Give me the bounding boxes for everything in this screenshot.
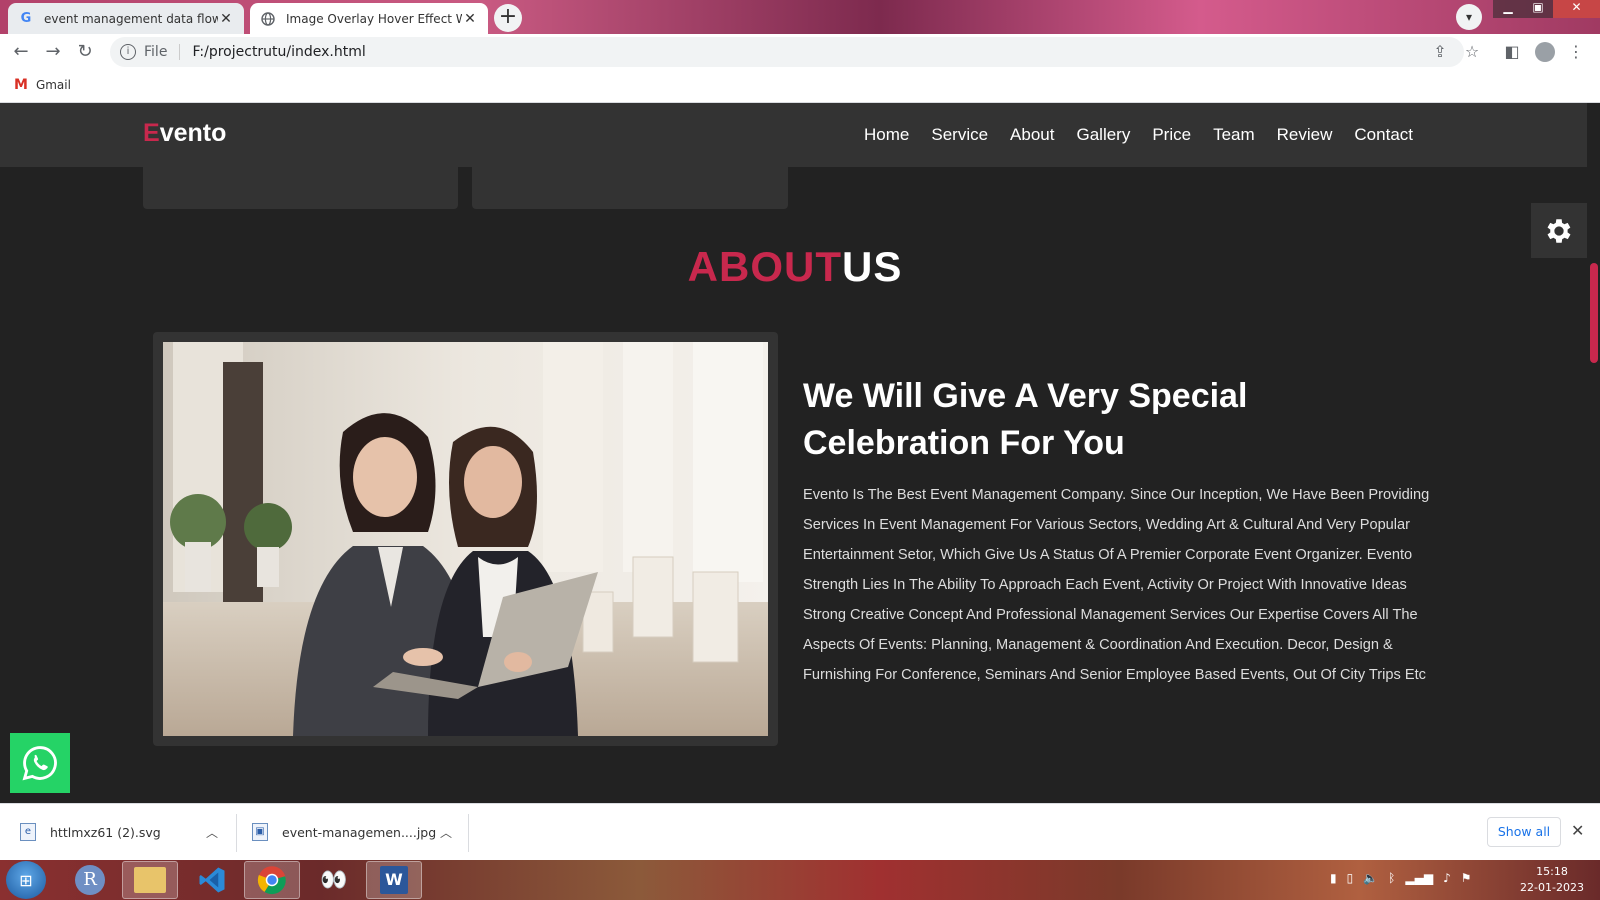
bluetooth-icon[interactable]: ᛒ <box>1388 871 1395 885</box>
chrome-icon <box>257 866 286 895</box>
scheme-label: File <box>144 44 168 60</box>
close-downloads-icon[interactable]: ✕ <box>1571 821 1584 840</box>
nav-contact[interactable]: Contact <box>1354 125 1413 145</box>
audio-icon[interactable]: ♪ <box>1443 871 1451 885</box>
profile-avatar[interactable] <box>1535 42 1555 62</box>
tab-title: event management data flow dia <box>44 11 218 26</box>
vscode-icon <box>199 867 225 893</box>
battery-icon[interactable]: ▯ <box>1347 871 1354 885</box>
taskbar-app[interactable]: 👀 <box>306 861 362 899</box>
new-tab-button[interactable]: + <box>494 4 522 32</box>
side-panel-icon[interactable]: ◧ <box>1502 42 1522 62</box>
bookmark-gmail[interactable]: M Gmail <box>14 77 71 93</box>
browser-tab-active[interactable]: Image Overlay Hover Effect With ✕ <box>250 3 488 34</box>
logo-first-letter: E <box>143 119 160 147</box>
site-logo[interactable]: Evento <box>143 119 226 148</box>
whatsapp-button[interactable] <box>10 733 70 793</box>
taskbar-clock[interactable]: 15:18 22-01-2023 <box>1512 864 1592 896</box>
service-card <box>472 167 788 209</box>
about-paragraph: Evento Is The Best Event Management Comp… <box>803 487 1430 683</box>
nav-gallery[interactable]: Gallery <box>1076 125 1130 145</box>
title-rest: US <box>841 243 903 290</box>
close-window-icon[interactable]: ✕ <box>1553 0 1600 18</box>
info-icon[interactable]: i <box>120 44 136 60</box>
nav-price[interactable]: Price <box>1152 125 1191 145</box>
gear-icon <box>1547 218 1571 243</box>
reload-icon[interactable]: ↻ <box>74 41 96 63</box>
download-filename: httlmxz61 (2).svg <box>50 824 161 840</box>
share-icon[interactable]: ⇪ <box>1430 42 1450 62</box>
folder-icon <box>134 867 166 893</box>
web-page: Evento Home Service About Gallery Price … <box>0 103 1600 803</box>
download-divider <box>236 814 237 852</box>
tab-search-chevron-icon[interactable]: ▾ <box>1456 4 1482 30</box>
tab-title: Image Overlay Hover Effect With <box>286 11 462 26</box>
image-file-icon: ▣ <box>252 823 268 841</box>
nav-review[interactable]: Review <box>1277 125 1333 145</box>
browser-toolbar: ← → ↻ i File F:/projectrutu/index.html ⇪… <box>0 34 1600 70</box>
r-app-icon: R <box>75 865 105 895</box>
download-divider <box>468 814 469 852</box>
service-card <box>143 167 458 209</box>
clock-date: 22-01-2023 <box>1520 881 1584 894</box>
globe-icon <box>260 11 276 27</box>
taskbar-chrome[interactable] <box>244 861 300 899</box>
chevron-up-icon[interactable]: ︿ <box>206 824 218 841</box>
about-image-frame <box>153 332 778 746</box>
nav-team[interactable]: Team <box>1213 125 1255 145</box>
word-icon: W <box>380 866 408 894</box>
chevron-up-icon[interactable]: ︿ <box>440 824 452 841</box>
show-all-button[interactable]: Show all <box>1487 817 1561 847</box>
taskbar-r-app[interactable]: R <box>62 861 118 899</box>
system-tray: ▮ ▯ 🔈 ᛒ ▂▄▆ ♪ ⚑ <box>1330 871 1472 885</box>
svg-file-icon: e <box>20 823 36 841</box>
scrollbar-thumb[interactable] <box>1590 263 1598 363</box>
minimize-window-icon[interactable]: ▁ <box>1493 0 1523 18</box>
download-item[interactable]: ▣ event-managemen....jpg ︿ <box>252 814 462 850</box>
taskbar-vscode[interactable] <box>184 861 240 899</box>
url-text[interactable]: F:/projectrutu/index.html <box>192 44 365 60</box>
signal-icon[interactable]: ▂▄▆ <box>1405 871 1433 885</box>
download-item[interactable]: e httlmxz61 (2).svg ︿ <box>20 814 230 850</box>
maximize-window-icon[interactable]: ▣ <box>1523 0 1553 18</box>
close-tab-icon[interactable]: ✕ <box>462 11 478 27</box>
logo-rest: vento <box>159 119 227 147</box>
address-divider <box>179 44 181 60</box>
title-accent: ABOUT <box>687 243 842 290</box>
whatsapp-icon <box>22 746 57 781</box>
close-tab-icon[interactable]: ✕ <box>218 11 234 27</box>
eyes-app-icon: 👀 <box>320 867 348 893</box>
gmail-icon: M <box>14 77 28 93</box>
address-bar[interactable]: i File F:/projectrutu/index.html <box>110 37 1464 67</box>
bookmarks-bar: M Gmail <box>0 70 1600 103</box>
clock-time: 15:18 <box>1536 865 1568 878</box>
browser-tab-strip: G event management data flow dia ✕ Image… <box>0 0 1600 34</box>
nav-about[interactable]: About <box>1010 125 1054 145</box>
download-filename: event-managemen....jpg <box>282 824 437 840</box>
flag-icon[interactable]: ⚑ <box>1461 871 1472 885</box>
more-menu-icon[interactable]: ⋮ <box>1566 42 1586 62</box>
back-arrow-icon[interactable]: ← <box>10 41 32 63</box>
about-photo <box>163 342 768 736</box>
about-heading: We Will Give A Very Special Celebration … <box>803 377 1248 462</box>
volume-icon[interactable]: 🔈 <box>1363 871 1378 885</box>
browser-tab[interactable]: G event management data flow dia ✕ <box>8 3 244 34</box>
bookmark-star-icon[interactable]: ☆ <box>1462 42 1482 62</box>
nav-service[interactable]: Service <box>931 125 988 145</box>
start-button[interactable]: ⊞ <box>6 861 46 899</box>
site-header: Evento Home Service About Gallery Price … <box>0 103 1587 167</box>
network-icon[interactable]: ▮ <box>1330 871 1337 885</box>
page-scrollbar[interactable] <box>1587 103 1600 803</box>
nav-home[interactable]: Home <box>864 125 909 145</box>
main-nav: Home Service About Gallery Price Team Re… <box>864 125 1413 145</box>
forward-arrow-icon[interactable]: → <box>42 41 64 63</box>
taskbar-word[interactable]: W <box>366 861 422 899</box>
downloads-bar: e httlmxz61 (2).svg ︿ ▣ event-managemen.… <box>0 803 1600 860</box>
taskbar-file-explorer[interactable] <box>122 861 178 899</box>
bookmark-label: Gmail <box>35 78 71 92</box>
google-icon: G <box>20 11 32 26</box>
windows-taskbar: ⊞ R 👀 W ▮ ▯ 🔈 ᛒ ▂▄▆ ♪ ⚑ 15:18 22-01-2023 <box>0 860 1600 900</box>
section-title: ABOUTUS <box>0 243 1590 291</box>
